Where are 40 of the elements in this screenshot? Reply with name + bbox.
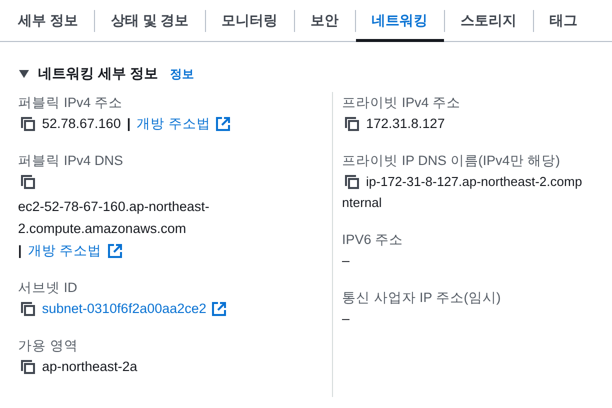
tab[interactable]: 상태 및 경보: [94, 0, 205, 42]
field-label: 프라이빗 IPv4 주소: [342, 94, 462, 112]
field-value: 172.31.8.127: [366, 115, 445, 133]
external-link-icon: [216, 116, 230, 130]
link[interactable]: 개방 주소법: [28, 240, 102, 261]
field-label: 통신 사업자 IP 주소(임시): [342, 289, 502, 307]
caret-icon[interactable]: [18, 68, 30, 78]
separator: |: [18, 242, 22, 260]
field-label: 퍼블릭 IPv4 DNS: [18, 152, 124, 170]
tab[interactable]: 태그: [534, 0, 594, 42]
field-label: IPV6 주소: [342, 231, 404, 249]
copy-icon[interactable]: [20, 358, 36, 374]
copy-icon[interactable]: [20, 116, 36, 132]
separator: |: [126, 115, 131, 133]
section-title: 네트워킹 세부 정보: [38, 64, 158, 83]
external-link-icon: [108, 244, 122, 258]
field-label: 퍼블릭 IPv4 주소: [18, 94, 124, 112]
field-value: 52.78.67.160: [42, 115, 121, 133]
field-value: ec2-52-78-67-160.ap-northeast- 2.compute.amazonaws.com: [18, 198, 210, 238]
link[interactable]: subnet-0310f6f2a00aa2ce2: [42, 298, 206, 319]
tab[interactable]: 네트워킹: [356, 0, 444, 42]
field-value: nternal: [342, 194, 383, 212]
field-value: ip-172-31-8-127.ap-northeast-2.comp: [366, 173, 582, 191]
field-value: –: [342, 310, 351, 328]
tab[interactable]: 스토리지: [444, 0, 533, 42]
tab[interactable]: 보안: [294, 0, 355, 42]
info-link[interactable]: 정보: [170, 64, 194, 82]
link[interactable]: 개방 주소법: [136, 113, 210, 134]
copy-icon[interactable]: [344, 116, 360, 132]
copy-icon[interactable]: [344, 174, 360, 190]
tab[interactable]: 모니터링: [206, 0, 294, 42]
external-link-icon: [212, 302, 226, 316]
copy-icon[interactable]: [20, 174, 36, 190]
field-label: 서브넷 ID: [18, 279, 78, 297]
tab[interactable]: 세부 정보: [2, 0, 94, 42]
copy-icon[interactable]: [20, 300, 36, 316]
field-value: ap-northeast-2a: [42, 358, 138, 376]
field-label: 가용 영역: [18, 337, 79, 355]
field-label: 프라이빗 IP DNS 이름(IPv4만 해당): [342, 152, 562, 170]
field-value: –: [342, 252, 351, 270]
